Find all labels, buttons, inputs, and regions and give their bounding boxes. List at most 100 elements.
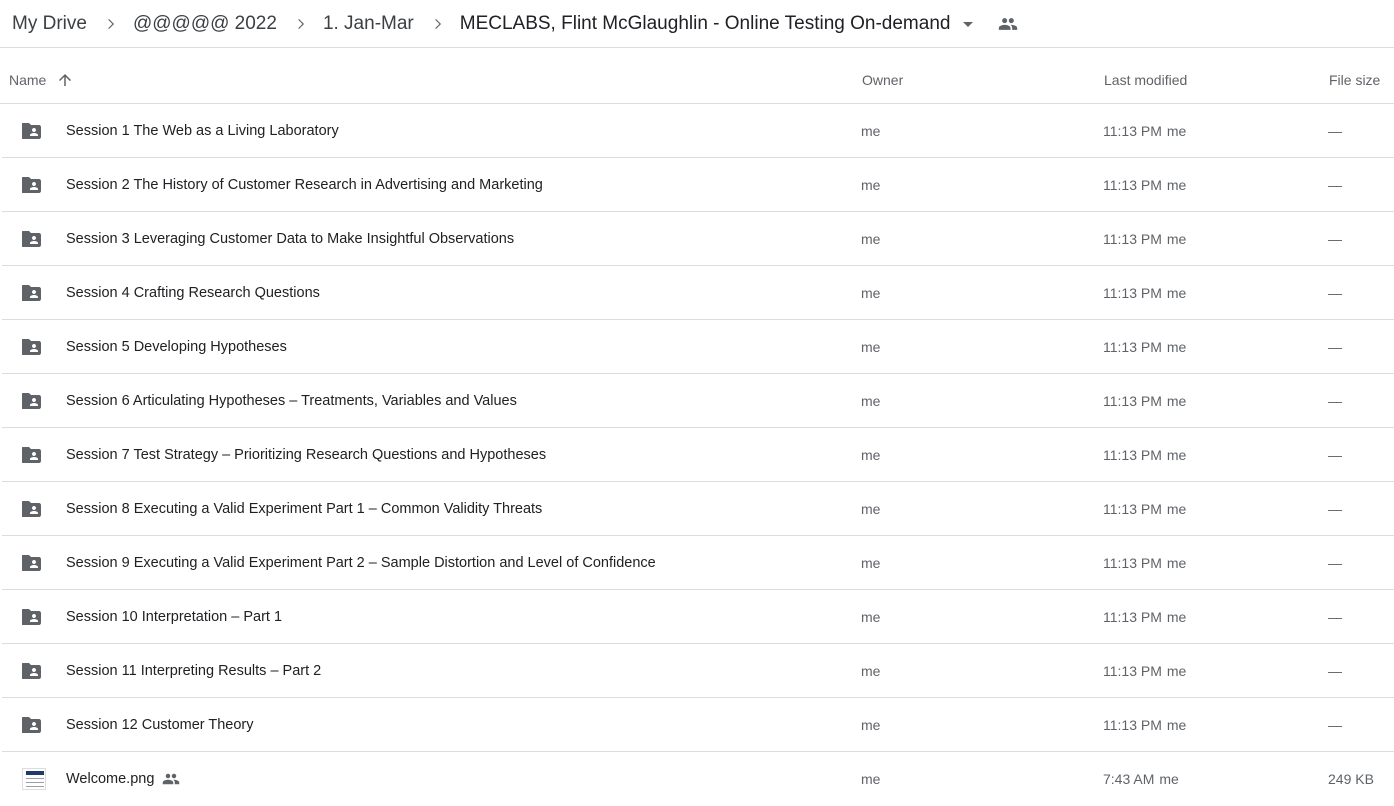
table-row[interactable]: Session 8 Executing a Valid Experiment P… <box>2 482 1394 536</box>
owner-cell: me <box>861 554 881 571</box>
breadcrumb-my-drive[interactable]: My Drive <box>12 13 87 35</box>
table-row[interactable]: Session 4 Crafting Research Questions me 1… <box>2 266 1394 320</box>
table-row[interactable]: Session 12 Customer Theory me 11:13 PM me — <box>2 698 1394 752</box>
modified-time: 11:13 PM <box>1103 716 1162 733</box>
breadcrumb-current-folder[interactable]: MECLABS, Flint McGlaughlin - Online Test… <box>460 13 951 35</box>
file-name: Session 5 Developing Hypotheses <box>66 320 287 373</box>
file-size-cell: — <box>1328 392 1342 409</box>
modified-time: 11:13 PM <box>1103 392 1162 409</box>
modified-by: me <box>1166 716 1187 733</box>
chevron-right-icon <box>430 16 446 32</box>
file-name: Session 8 Executing a Valid Experiment P… <box>66 482 542 535</box>
modified-by: me <box>1166 284 1187 301</box>
file-size-cell: — <box>1328 446 1342 463</box>
file-name-label: Session 10 Interpretation – Part 1 <box>66 608 283 625</box>
last-modified-cell: 11:13 PM me <box>1103 320 1186 373</box>
table-row[interactable]: Session 6 Articulating Hypotheses – Trea… <box>2 374 1394 428</box>
owner-cell: me <box>861 176 881 193</box>
file-name-label: Session 4 Crafting Research Questions <box>66 284 320 301</box>
owner-cell: me <box>861 608 881 625</box>
owner-cell: me <box>861 446 881 463</box>
column-header-owner[interactable]: Owner <box>862 56 903 103</box>
modified-by: me <box>1166 554 1187 571</box>
file-name: Session 10 Interpretation – Part 1 <box>66 590 282 643</box>
modified-time: 11:13 PM <box>1103 122 1162 139</box>
owner-cell: me <box>861 230 881 247</box>
list-header: Name Owner Last modified File size <box>0 56 1394 104</box>
shared-folder-icon <box>22 551 46 575</box>
shared-folder-icon <box>22 335 46 359</box>
file-list: Session 1 The Web as a Living Laboratory… <box>0 104 1394 806</box>
last-modified-cell: 11:13 PM me <box>1103 698 1186 751</box>
people-icon <box>162 770 180 788</box>
file-name: Session 9 Executing a Valid Experiment P… <box>66 536 656 589</box>
file-size-cell: — <box>1328 230 1342 247</box>
last-modified-cell: 11:13 PM me <box>1103 644 1186 697</box>
modified-time: 11:13 PM <box>1103 446 1162 463</box>
people-icon <box>996 12 1020 36</box>
shared-folder-icon <box>22 605 46 629</box>
owner-cell: me <box>861 122 881 139</box>
modified-time: 11:13 PM <box>1103 230 1162 247</box>
file-size-cell: — <box>1328 716 1342 733</box>
shared-folder-icon <box>22 497 46 521</box>
shared-folder-icon <box>22 443 46 467</box>
file-name: Session 11 Interpreting Results – Part 2 <box>66 644 321 697</box>
table-row[interactable]: Session 3 Leveraging Customer Data to Ma… <box>2 212 1394 266</box>
modified-by: me <box>1166 608 1187 625</box>
modified-by: me <box>1166 662 1187 679</box>
table-row[interactable]: Welcome.png me 7:43 AM me 249 KB <box>2 752 1394 806</box>
column-header-file-size[interactable]: File size <box>1329 56 1380 103</box>
file-size-cell: — <box>1328 176 1342 193</box>
modified-time: 11:13 PM <box>1103 554 1162 571</box>
table-row[interactable]: Session 10 Interpretation – Part 1 me 11:1… <box>2 590 1394 644</box>
shared-folder-icon <box>22 281 46 305</box>
image-thumbnail-icon <box>22 767 46 791</box>
modified-time: 11:13 PM <box>1103 608 1162 625</box>
table-row[interactable]: Session 7 Test Strategy – Prioritizing R… <box>2 428 1394 482</box>
last-modified-cell: 11:13 PM me <box>1103 428 1186 481</box>
table-row[interactable]: Session 2 The History of Customer Resear… <box>2 158 1394 212</box>
file-size-cell: — <box>1328 608 1342 625</box>
owner-cell: me <box>861 284 881 301</box>
file-name-label: Session 8 Executing a Valid Experiment P… <box>66 500 543 517</box>
table-row[interactable]: Session 9 Executing a Valid Experiment P… <box>2 536 1394 590</box>
file-name-label: Session 6 Articulating Hypotheses – Trea… <box>66 392 517 409</box>
arrow-drop-down-icon[interactable] <box>956 12 980 36</box>
file-name: Session 4 Crafting Research Questions <box>66 266 320 319</box>
breadcrumb-year-folder[interactable]: @@@@@ 2022 <box>133 13 277 35</box>
last-modified-cell: 11:13 PM me <box>1103 266 1186 319</box>
modified-time: 7:43 AM <box>1103 770 1155 787</box>
arrow-up-icon <box>59 73 72 86</box>
file-size-cell: — <box>1328 284 1342 301</box>
file-name-label: Session 2 The History of Customer Resear… <box>66 176 543 193</box>
last-modified-cell: 11:13 PM me <box>1103 374 1186 427</box>
chevron-right-icon <box>293 16 309 32</box>
file-name-label: Session 1 The Web as a Living Laboratory <box>66 122 339 139</box>
column-header-last-modified[interactable]: Last modified <box>1104 56 1187 103</box>
file-name-label: Session 11 Interpreting Results – Part 2 <box>66 662 322 679</box>
file-name-label: Welcome.png <box>66 770 155 787</box>
file-name-label: Session 5 Developing Hypotheses <box>66 338 287 355</box>
owner-cell: me <box>861 662 881 679</box>
modified-time: 11:13 PM <box>1103 176 1162 193</box>
file-size-cell: — <box>1328 338 1342 355</box>
file-name: Session 12 Customer Theory <box>66 698 254 751</box>
table-row[interactable]: Session 1 The Web as a Living Laboratory… <box>2 104 1394 158</box>
shared-folder-icon <box>22 227 46 251</box>
table-row[interactable]: Session 5 Developing Hypotheses me 11:13 P… <box>2 320 1394 374</box>
file-size-cell: — <box>1328 554 1342 571</box>
modified-time: 11:13 PM <box>1103 500 1162 517</box>
shared-folder-icon <box>22 173 46 197</box>
breadcrumb-quarter-folder[interactable]: 1. Jan-Mar <box>323 13 414 35</box>
file-name-label: Session 12 Customer Theory <box>66 716 254 733</box>
file-name-label: Session 3 Leveraging Customer Data to Ma… <box>66 230 515 247</box>
owner-cell: me <box>861 338 881 355</box>
column-header-name-label: Name <box>9 71 47 88</box>
last-modified-cell: 11:13 PM me <box>1103 104 1186 157</box>
column-header-name[interactable]: Name <box>9 56 74 103</box>
file-name: Session 1 The Web as a Living Laboratory <box>66 104 339 157</box>
last-modified-cell: 11:13 PM me <box>1103 212 1186 265</box>
table-row[interactable]: Session 11 Interpreting Results – Part 2… <box>2 644 1394 698</box>
modified-by: me <box>1166 500 1187 517</box>
